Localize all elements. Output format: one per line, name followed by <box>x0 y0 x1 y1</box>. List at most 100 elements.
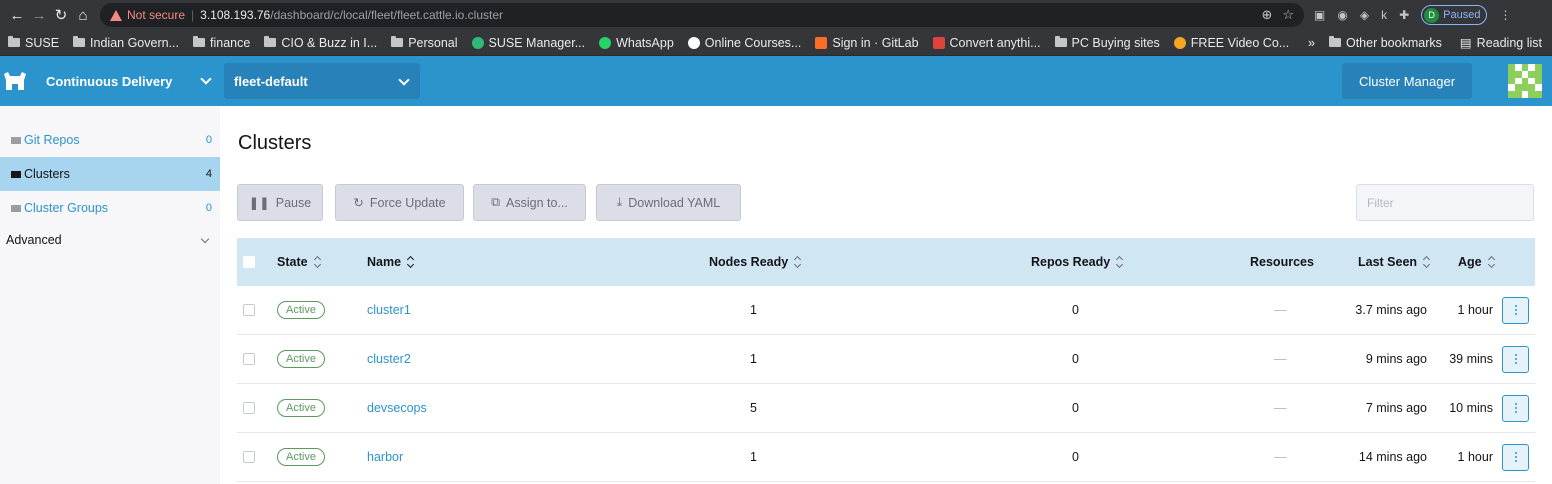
extension-icon[interactable]: ◉ <box>1337 8 1347 22</box>
assign-to-button[interactable]: ⧉ Assign to... <box>473 184 586 221</box>
sidebar-item-clusters[interactable]: Clusters 4 <box>0 157 220 191</box>
back-icon[interactable]: ← <box>6 7 28 24</box>
column-repos-ready[interactable]: Repos Ready <box>1031 255 1124 269</box>
bookmark-gitlab[interactable]: Sign in · GitLab <box>815 36 919 50</box>
column-nodes-ready[interactable]: Nodes Ready <box>709 255 802 269</box>
cluster-manager-button[interactable]: Cluster Manager <box>1342 63 1472 99</box>
column-label: Last Seen <box>1358 255 1418 269</box>
bookmark-suse[interactable]: SUSE <box>8 36 59 50</box>
sidebar-group-advanced[interactable]: Advanced <box>0 225 220 255</box>
column-name[interactable]: Name <box>367 255 415 269</box>
age-value: 39 mins <box>1449 352 1493 366</box>
table-row: Active devsecops 5 0 — 7 mins ago 10 min… <box>237 384 1535 433</box>
bookmark-cio-buzz[interactable]: CIO & Buzz in I... <box>264 36 377 50</box>
chevron-down-icon <box>200 73 212 85</box>
zoom-icon[interactable]: ⊕ <box>1261 7 1272 23</box>
bookmark-free-video[interactable]: FREE Video Co... <box>1173 36 1289 50</box>
row-checkbox[interactable] <box>243 402 255 414</box>
rancher-logo-icon[interactable] <box>0 56 30 106</box>
pause-button[interactable]: ❚❚ Pause <box>237 184 323 221</box>
repos-ready-value: 0 <box>1072 352 1079 366</box>
not-secure-label: Not secure <box>127 8 186 22</box>
profile-button[interactable]: D Paused <box>1421 5 1488 25</box>
extension-k-icon[interactable]: k <box>1381 8 1387 22</box>
select-all-checkbox[interactable] <box>243 256 255 268</box>
folder-icon <box>193 36 205 47</box>
cluster-name-link[interactable]: devsecops <box>367 401 427 415</box>
resources-value: — <box>1274 303 1287 317</box>
bookmark-indian-govern[interactable]: Indian Govern... <box>73 36 179 50</box>
product-switcher[interactable]: Continuous Delivery <box>30 56 220 106</box>
bookmark-personal[interactable]: Personal <box>391 36 458 50</box>
reading-list[interactable]: ▤ Reading list <box>1460 35 1542 51</box>
bookmark-convert[interactable]: Convert anythi... <box>932 36 1041 50</box>
profile-avatar: D <box>1424 7 1440 23</box>
nodes-ready-value: 1 <box>750 352 757 366</box>
extension-icon[interactable]: ◈ <box>1360 8 1369 22</box>
sidebar-item-count: 0 <box>205 202 212 214</box>
sort-icon <box>407 257 415 267</box>
sidebar-item-cluster-groups[interactable]: Cluster Groups 0 <box>0 191 220 225</box>
cow-logo-icon <box>4 72 26 90</box>
table-row: Active harbor 1 0 — 14 mins ago 1 hour <box>237 433 1535 482</box>
column-age[interactable]: Age <box>1458 255 1496 269</box>
column-label: Age <box>1458 255 1482 269</box>
column-last-seen[interactable]: Last Seen <box>1358 255 1431 269</box>
reload-icon[interactable]: ↻ <box>50 6 72 24</box>
filter-input[interactable]: Filter <box>1356 184 1534 221</box>
column-state[interactable]: State <box>277 255 322 269</box>
bookmark-pc-buying[interactable]: PC Buying sites <box>1054 36 1160 50</box>
cluster-manager-label: Cluster Manager <box>1358 73 1456 89</box>
home-icon[interactable]: ⌂ <box>72 7 94 24</box>
folder-icon <box>264 36 277 47</box>
table-header: State Name Nodes Ready Repos Ready Resou… <box>237 238 1535 286</box>
bookmark-label: SUSE <box>25 35 60 50</box>
forward-icon[interactable]: → <box>28 7 50 24</box>
cluster-name-link[interactable]: cluster2 <box>367 352 411 366</box>
bookmark-label: SUSE Manager... <box>488 35 586 50</box>
bookmark-label: CIO & Buzz in I... <box>281 35 378 50</box>
kebab-icon <box>1502 296 1529 324</box>
status-badge: Active <box>277 301 325 319</box>
bookmark-label: Online Courses... <box>704 35 802 50</box>
cluster-name-link[interactable]: harbor <box>367 450 403 464</box>
bookmark-whatsapp[interactable]: WhatsApp <box>599 36 674 50</box>
row-checkbox[interactable] <box>243 353 255 365</box>
convert-icon <box>932 36 945 49</box>
folder-icon <box>11 136 21 144</box>
column-label: State <box>277 255 308 269</box>
download-icon: ⤓ <box>616 195 623 209</box>
last-seen-value: 7 mins ago <box>1365 401 1427 415</box>
browser-menu-icon[interactable]: ⋮ <box>1499 8 1511 22</box>
row-actions-button[interactable] <box>1502 345 1529 373</box>
star-icon[interactable]: ☆ <box>1282 7 1294 23</box>
resources-value: — <box>1274 352 1287 366</box>
puzzle-icon[interactable]: ✚ <box>1399 8 1409 22</box>
user-avatar[interactable] <box>1508 64 1542 98</box>
bookmark-online-courses[interactable]: Online Courses... <box>687 35 802 50</box>
row-actions-button[interactable] <box>1502 443 1529 471</box>
extension-m-icon[interactable]: ▣ <box>1314 8 1325 22</box>
row-actions-button[interactable] <box>1502 296 1529 324</box>
download-yaml-button[interactable]: ⤓ Download YAML <box>596 184 741 221</box>
address-bar[interactable]: Not secure | 3.108.193.76/dashboard/c/lo… <box>100 3 1304 27</box>
folder-icon <box>1328 36 1341 47</box>
workspace-select[interactable]: fleet-default <box>224 63 420 99</box>
row-actions-button[interactable] <box>1502 394 1529 422</box>
not-secure-indicator[interactable]: Not secure <box>110 8 185 22</box>
bookmark-suse-manager[interactable]: SUSE Manager... <box>471 35 586 50</box>
sidebar-group-label: Advanced <box>6 233 62 247</box>
force-update-button[interactable]: ↻ Force Update <box>335 184 464 221</box>
other-bookmarks[interactable]: Other bookmarks <box>1328 36 1442 50</box>
sidebar-item-label: Git Repos <box>24 133 80 147</box>
bookmarks-overflow-button[interactable]: » <box>1308 36 1315 50</box>
chevron-down-icon <box>398 74 410 86</box>
sidebar-item-git-repos[interactable]: Git Repos 0 <box>0 123 220 157</box>
nodes-ready-value: 5 <box>750 401 757 415</box>
kebab-icon <box>1502 345 1529 373</box>
last-seen-value: 14 mins ago <box>1358 450 1427 464</box>
cluster-name-link[interactable]: cluster1 <box>367 303 411 317</box>
bookmark-finance[interactable]: finance <box>193 36 250 50</box>
row-checkbox[interactable] <box>243 451 255 463</box>
row-checkbox[interactable] <box>243 304 255 316</box>
